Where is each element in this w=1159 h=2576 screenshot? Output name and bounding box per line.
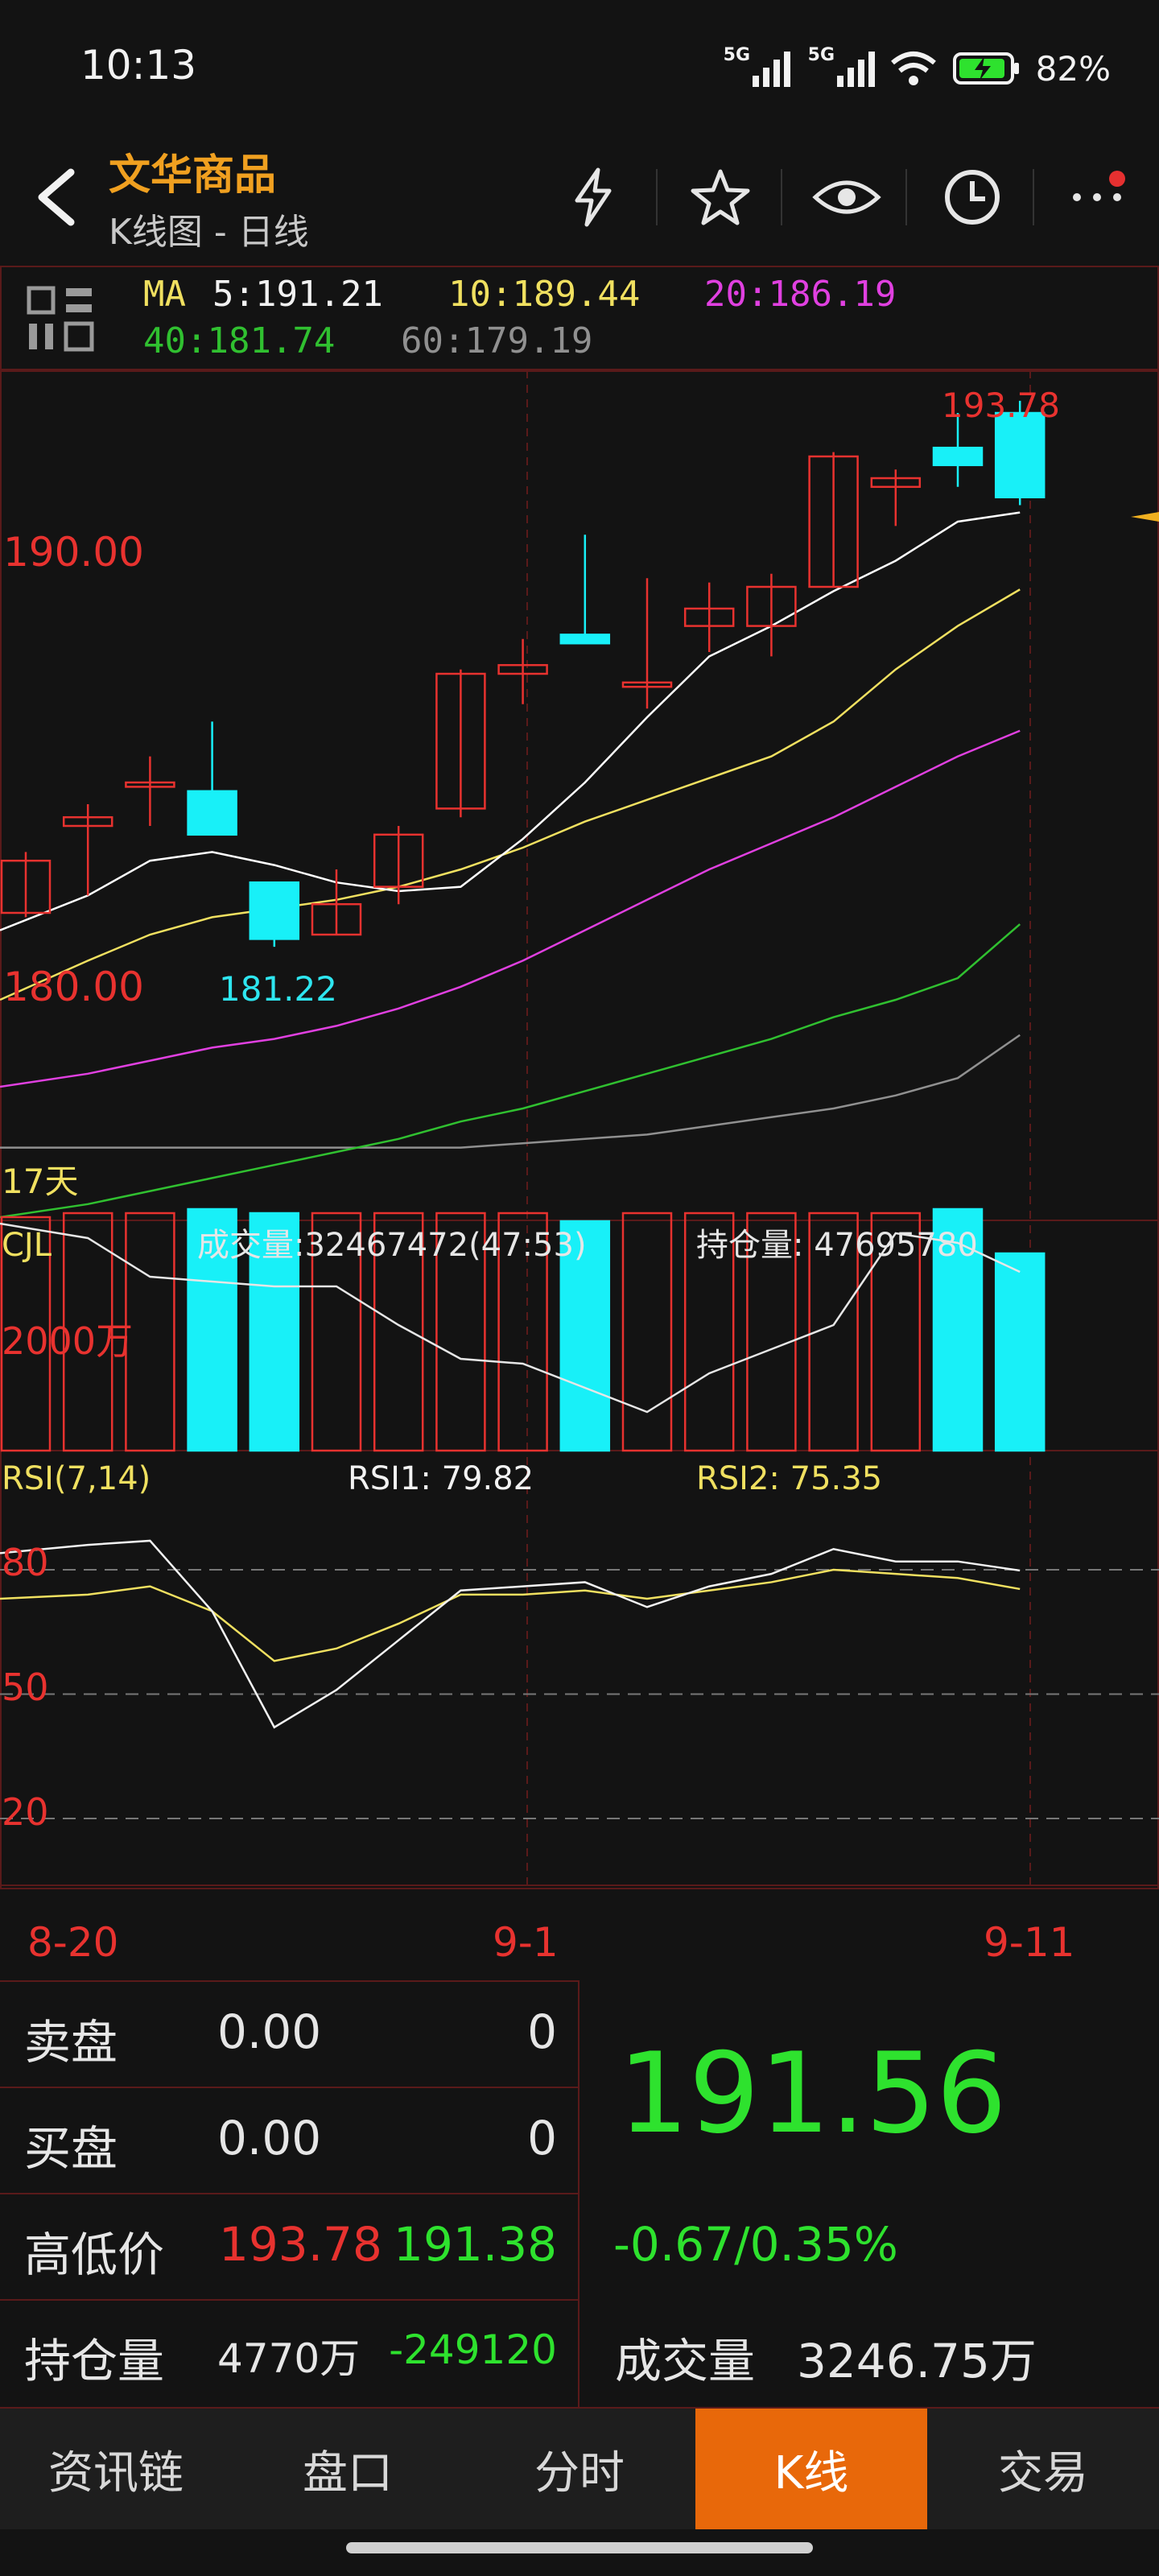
battery-icon (952, 52, 1019, 85)
open-interest-change: -249120 (389, 2326, 557, 2373)
volume-label: CJL (2, 1227, 52, 1264)
divider (0, 1980, 580, 1982)
volume-text: 成交量:32467472(47:53) (197, 1227, 587, 1264)
chart-frame (0, 370, 1159, 1889)
rsi-label: RSI(7,14) (2, 1460, 151, 1497)
ma40-line (0, 923, 1021, 1219)
candle-body (249, 881, 300, 940)
ma20-line (0, 729, 1021, 1088)
low-marker-label: 181.22 (219, 969, 337, 1009)
ma5-line (0, 511, 1021, 931)
high-marker-label: 193.78 (942, 386, 1060, 425)
clock-icon[interactable] (936, 161, 1008, 233)
candle-body (932, 446, 984, 467)
volume-bar (621, 1212, 673, 1452)
rsi2-value: RSI2: 75.35 (696, 1460, 882, 1497)
sell-qty: 0 (527, 2004, 557, 2059)
rsi-level-20: 20 (2, 1790, 49, 1834)
back-icon[interactable] (24, 161, 89, 233)
tab-news-chain[interactable]: 资讯链 (0, 2409, 232, 2529)
rsi-level-80: 80 (2, 1541, 49, 1584)
tab-trade[interactable]: 交易 (927, 2409, 1159, 2529)
chart-subtitle: K线图 - 日线 (109, 212, 309, 253)
ma40-value: 40:181.74 (143, 320, 336, 361)
low-price: 191.38 (394, 2217, 557, 2272)
date-label-end: 9-11 (984, 1919, 1074, 1966)
ma-legend-bar: MA 5:191.21 10:189.44 20:186.19 40:181.7… (0, 266, 1159, 370)
candles (0, 400, 1046, 947)
open-interest-label: 持仓量 (24, 2334, 165, 2388)
date-label-mid: 9-1 (493, 1919, 559, 1966)
sell-price: 0.00 (217, 2004, 322, 2059)
kline-chart[interactable]: 190.00 180.00 193.78 181.22 17天 CJL 成交量:… (0, 370, 1159, 1972)
days-label: 17天 (2, 1162, 78, 1201)
divider (0, 2087, 580, 2088)
divider (0, 2299, 580, 2301)
ma5-value: 5:191.21 (212, 274, 383, 315)
status-time: 10:13 (80, 42, 197, 89)
header-divider (781, 169, 782, 225)
candle-body (994, 411, 1046, 499)
open-interest-text: 持仓量: 47695780 (696, 1227, 978, 1264)
rsi1-line (0, 1539, 1021, 1729)
volume-scale-label: 2000万 (2, 1319, 133, 1363)
star-icon[interactable] (684, 161, 757, 233)
buy-label: 买盘 (24, 2121, 118, 2176)
header-divider (905, 169, 907, 225)
price-label-180: 180.00 (3, 964, 144, 1010)
candle-body (187, 790, 237, 836)
candle-body (559, 634, 611, 645)
divider (0, 2193, 580, 2194)
volume-bar (994, 1252, 1046, 1452)
ma10-value: 10:189.44 (448, 274, 641, 315)
instrument-title: 文华商品 (109, 151, 277, 200)
notification-dot (1109, 171, 1125, 187)
open-interest-value: 4770万 (217, 2335, 361, 2382)
eye-icon[interactable] (810, 161, 883, 233)
home-indicator (346, 2542, 813, 2553)
rsi1-value: RSI1: 79.82 (348, 1460, 534, 1497)
signal-icon: 5G (808, 45, 875, 87)
tab-order-book[interactable]: 盘口 (232, 2409, 464, 2529)
volume-label: 成交量 (615, 2334, 756, 2388)
high-price: 193.78 (219, 2217, 382, 2272)
current-price-pointer (1131, 512, 1159, 522)
volume-value: 3246.75万 (797, 2334, 1037, 2388)
ma20-value: 20:186.19 (704, 274, 897, 315)
ma10-line (0, 588, 1021, 1001)
tab-intraday[interactable]: 分时 (464, 2409, 695, 2529)
status-bar: 10:13 5G 5G 82% (0, 0, 1159, 137)
ma-label: MA (143, 274, 186, 315)
high-low-label: 高低价 (24, 2227, 165, 2282)
tab-kline[interactable]: K线 (695, 2409, 927, 2529)
header-divider (1033, 169, 1034, 225)
date-label-start: 8-20 (27, 1919, 118, 1966)
quote-panel: 卖盘 0.00 0 买盘 0.00 0 高低价 193.78 191.38 持仓… (0, 1980, 1159, 2407)
ma-lines (0, 511, 1021, 1219)
indicator-grid-icon[interactable] (24, 283, 97, 353)
signal-icon: 5G (724, 45, 790, 87)
buy-price: 0.00 (217, 2111, 322, 2165)
chart-grid (0, 370, 1159, 1886)
ma60-value: 60:179.19 (401, 320, 593, 361)
rsi2-line (0, 1568, 1021, 1662)
price-label-190: 190.00 (3, 529, 144, 576)
flash-icon[interactable] (557, 161, 629, 233)
buy-qty: 0 (527, 2111, 557, 2165)
wifi-icon (890, 52, 936, 85)
price-change: -0.67/0.35% (613, 2217, 898, 2272)
ma60-line (0, 1034, 1021, 1149)
divider (578, 1980, 580, 2407)
sell-label: 卖盘 (24, 2015, 118, 2070)
volume-bar (125, 1212, 175, 1452)
rsi-lines (0, 1539, 1021, 1729)
header-divider (656, 169, 658, 225)
bottom-tab-bar: 资讯链 盘口 分时 K线 交易 (0, 2407, 1159, 2529)
battery-level: 82% (1035, 48, 1111, 89)
rsi-level-50: 50 (2, 1666, 49, 1709)
chart-border (0, 370, 1159, 1889)
last-price: 191.56 (618, 2029, 1007, 2158)
status-icons: 5G 5G 82% (724, 44, 1111, 93)
